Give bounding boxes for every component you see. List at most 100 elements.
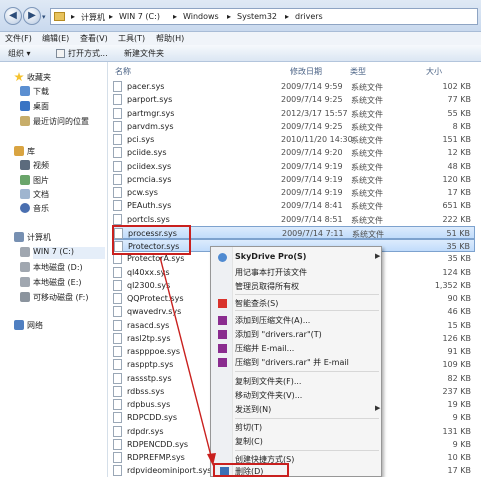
file-size: 15 KB <box>447 320 471 330</box>
file-icon <box>113 94 122 106</box>
file-row[interactable]: partmgr.sys 2012/3/17 15:57 系统文件 55 KB <box>113 107 475 120</box>
breadcrumb-drive[interactable]: WIN 7 (C:) <box>119 12 160 21</box>
file-row[interactable]: pciide.sys 2009/7/14 9:20 系统文件 12 KB <box>113 146 475 159</box>
breadcrumb-sep-icon: ▸ <box>227 12 232 21</box>
breadcrumb-computer[interactable]: 计算机 <box>81 12 105 23</box>
nav-libraries[interactable]: 库 <box>14 146 97 158</box>
menu-compress-rar-email-label: 压缩到 "drivers.rar" 并 E-mail <box>235 358 349 367</box>
file-type: 系统文件 <box>351 175 383 185</box>
file-row[interactable]: pacer.sys 2009/7/14 9:59 系统文件 102 KB <box>113 80 475 93</box>
nav-drive-e[interactable]: 本地磁盘 (E:) <box>20 277 105 289</box>
file-row[interactable]: parvdm.sys 2009/7/14 9:25 系统文件 8 KB <box>113 120 475 133</box>
menu-move-to-folder[interactable]: 移动到文件夹(V)... <box>235 390 302 403</box>
file-row[interactable]: parport.sys 2009/7/14 9:25 系统文件 77 KB <box>113 93 475 106</box>
breadcrumb-drivers[interactable]: drivers <box>295 12 323 21</box>
file-icon <box>113 107 122 119</box>
nav-documents[interactable]: 文档 <box>20 189 103 201</box>
path-box[interactable]: ▸ 计算机 ▸ WIN 7 (C:) ▸ Windows ▸ System32 … <box>50 8 478 25</box>
nav-desktop-label: 桌面 <box>33 102 49 111</box>
file-name: rdpvideominiport.sys <box>127 466 212 476</box>
file-row[interactable]: pcw.sys 2009/7/14 9:19 系统文件 17 KB <box>113 186 475 199</box>
file-name: RDPENCDD.sys <box>127 439 189 449</box>
column-header-date[interactable]: 修改日期 <box>290 66 322 76</box>
file-type: 系统文件 <box>351 122 383 132</box>
nav-recent[interactable]: 最近访问的位置 <box>20 116 108 128</box>
file-date: 2009/7/14 9:25 <box>281 121 343 131</box>
menu-add-to-rar[interactable]: 添加到 "drivers.rar"(T) <box>218 329 322 342</box>
nav-computer[interactable]: 计算机 <box>14 232 97 244</box>
submenu-arrow-icon: ▶ <box>375 404 381 412</box>
menu-add-to-archive[interactable]: 添加到压缩文件(A)... <box>218 315 310 328</box>
file-icon <box>113 412 122 424</box>
menu-file[interactable]: 文件(F) <box>5 33 32 44</box>
menu-separator <box>235 371 379 372</box>
menu-take-ownership[interactable]: 管理员取得所有权 <box>235 281 299 294</box>
nav-videos[interactable]: 视频 <box>20 160 103 172</box>
music-icon <box>20 203 30 213</box>
drive-icon <box>20 247 30 257</box>
network-icon <box>14 320 24 330</box>
file-row[interactable]: pciidex.sys 2009/7/14 9:19 系统文件 48 KB <box>113 160 475 173</box>
file-size: 126 KB <box>442 333 471 343</box>
context-menu: SkyDrive Pro(S) ▶ 用记事本打开该文件 管理员取得所有权 智能查… <box>210 246 382 477</box>
forward-button[interactable]: ▶ <box>23 7 41 25</box>
menu-compress-email[interactable]: 压缩并 E-mail... <box>218 343 294 356</box>
nav-drive-d[interactable]: 本地磁盘 (D:) <box>20 262 105 274</box>
file-row[interactable]: pci.sys 2010/11/20 14:30 系统文件 151 KB <box>113 133 475 146</box>
file-size: 9 KB <box>452 413 471 423</box>
menu-open-notepad-label: 用记事本打开该文件 <box>235 268 307 277</box>
open-with-button[interactable]: 打开方式... <box>68 48 108 59</box>
new-folder-button[interactable]: 新建文件夹 <box>124 48 164 59</box>
file-name: portcls.sys <box>127 214 170 224</box>
file-name: parport.sys <box>127 95 173 105</box>
organize-button[interactable]: 组织 ▾ <box>8 48 31 59</box>
file-size: 131 KB <box>442 426 471 436</box>
menu-copy[interactable]: 复制(C) <box>235 436 263 449</box>
menu-separator <box>235 294 379 295</box>
nav-desktop[interactable]: 桌面 <box>20 101 103 113</box>
file-row[interactable]: portcls.sys 2009/7/14 8:51 系统文件 222 KB <box>113 213 475 226</box>
menu-edit[interactable]: 编辑(E) <box>42 33 69 44</box>
menu-compress-rar-email[interactable]: 压缩到 "drivers.rar" 并 E-mail <box>218 357 349 370</box>
menu-help[interactable]: 帮助(H) <box>156 33 184 44</box>
menu-tools[interactable]: 工具(T) <box>118 33 145 44</box>
column-header-size[interactable]: 大小 <box>426 66 442 76</box>
file-size: 17 KB <box>447 466 471 476</box>
nav-network[interactable]: 网络 <box>14 320 97 332</box>
file-size: 46 KB <box>447 307 471 317</box>
file-date: 2009/7/14 9:19 <box>281 161 343 171</box>
nav-music[interactable]: 音乐 <box>20 203 103 215</box>
menu-skydrive-pro[interactable]: SkyDrive Pro(S) ▶ <box>218 252 380 265</box>
column-header-name[interactable]: 名称 <box>115 66 131 76</box>
menu-send-to[interactable]: 发送到(N) ▶ <box>235 404 380 417</box>
menu-view[interactable]: 查看(V) <box>80 33 108 44</box>
file-icon <box>113 346 122 357</box>
file-date: 2009/7/14 7:11 <box>282 228 344 238</box>
column-header-type[interactable]: 类型 <box>350 66 366 76</box>
menu-separator <box>235 450 379 451</box>
file-size: 651 KB <box>442 201 471 211</box>
menu-copy-label: 复制(C) <box>235 437 263 446</box>
back-button[interactable]: ◀ <box>4 7 22 25</box>
nav-computer-label: 计算机 <box>27 233 51 242</box>
file-row[interactable]: PEAuth.sys 2009/7/14 8:41 系统文件 651 KB <box>113 199 475 212</box>
nav-drive-f[interactable]: 可移动磁盘 (F:) <box>20 292 107 304</box>
file-size: 35 KB <box>446 242 470 251</box>
submenu-arrow-icon: ▶ <box>375 252 381 260</box>
file-icon <box>113 81 122 92</box>
file-name: partmgr.sys <box>127 108 175 118</box>
nav-pictures[interactable]: 图片 <box>20 175 103 187</box>
nav-drive-c[interactable]: WIN 7 (C:) <box>20 247 105 259</box>
breadcrumb-windows[interactable]: Windows <box>183 12 219 21</box>
file-row[interactable]: pcmcia.sys 2009/7/14 9:19 系统文件 120 KB <box>113 173 475 186</box>
file-icon <box>113 293 122 304</box>
file-date: 2010/11/20 14:30 <box>281 135 353 144</box>
menu-cut[interactable]: 剪切(T) <box>235 422 262 435</box>
nav-downloads[interactable]: 下载 <box>20 86 103 98</box>
menu-copy-to-folder[interactable]: 复制到文件夹(F)... <box>235 376 301 389</box>
file-size: 102 KB <box>442 82 471 91</box>
breadcrumb-system32[interactable]: System32 <box>237 12 277 21</box>
nav-favorites[interactable]: 收藏夹 <box>14 72 97 84</box>
menu-open-notepad[interactable]: 用记事本打开该文件 <box>235 267 307 280</box>
history-dropdown-icon[interactable]: ▾ <box>42 13 46 21</box>
